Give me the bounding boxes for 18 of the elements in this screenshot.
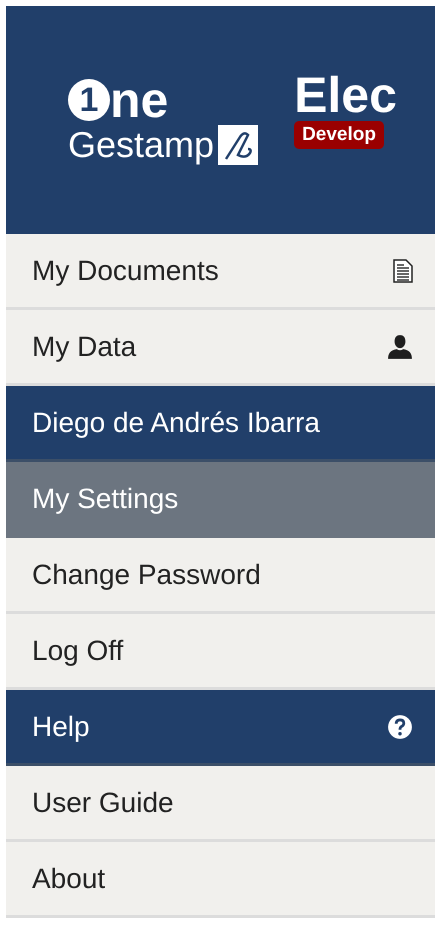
section-label: Help bbox=[32, 710, 90, 742]
section-label: Diego de Andrés Ibarra bbox=[32, 406, 320, 438]
app-title: Elec bbox=[294, 69, 397, 121]
menu-item[interactable]: Log Off bbox=[6, 614, 435, 690]
menu-item[interactable]: My Documents bbox=[6, 234, 435, 310]
menu-item[interactable]: My Data bbox=[6, 310, 435, 386]
menu-item[interactable]: Change Password bbox=[6, 538, 435, 614]
person-icon bbox=[387, 334, 413, 360]
logo-word: ne bbox=[110, 75, 168, 125]
logo-mark: 1 bbox=[68, 79, 110, 121]
menu-item[interactable]: My Settings bbox=[6, 462, 435, 538]
pen-stroke-icon bbox=[218, 125, 258, 165]
environment-badge: Develop bbox=[294, 121, 384, 149]
document-icon bbox=[393, 258, 413, 284]
logo-name: Gestamp bbox=[68, 125, 214, 165]
help-icon bbox=[387, 714, 413, 740]
menu-item[interactable]: About bbox=[6, 842, 435, 918]
menu-item[interactable]: User Guide bbox=[6, 766, 435, 842]
